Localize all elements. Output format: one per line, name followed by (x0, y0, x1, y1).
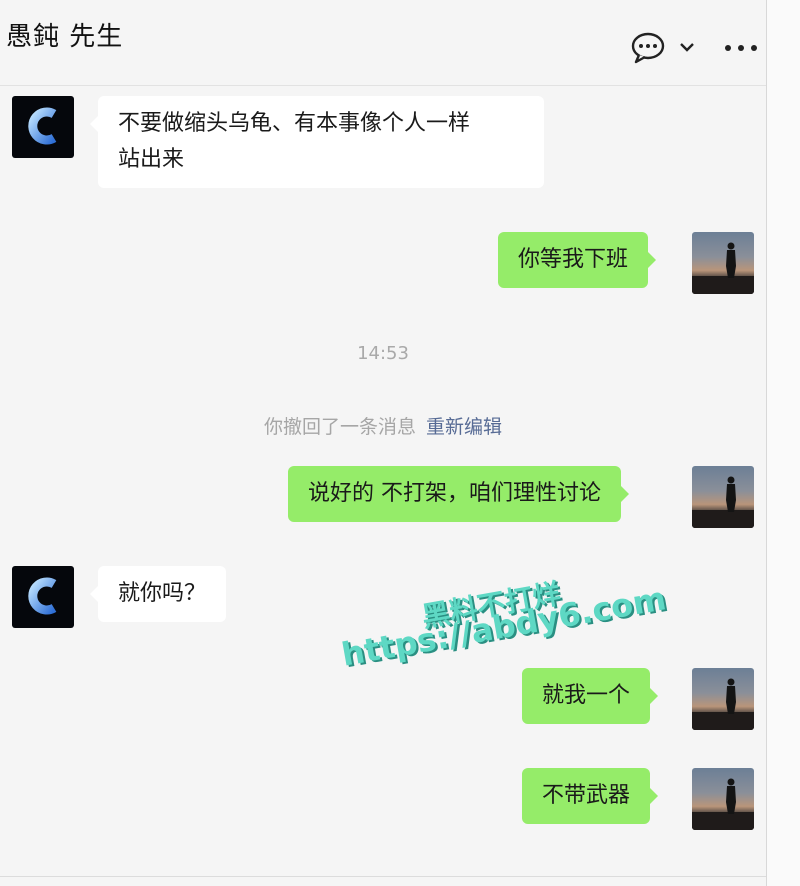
message-bubble-sent[interactable]: 你等我下班 (498, 232, 657, 288)
chat-bubble-icon[interactable] (630, 32, 666, 64)
re-edit-link[interactable]: 重新编辑 (426, 416, 502, 438)
chat-header: 愚鈍 先生 (0, 0, 766, 86)
watermark-url: https://abdy6.com (338, 579, 669, 674)
person-silhouette-icon (692, 476, 754, 528)
contact-avatar[interactable] (12, 96, 74, 158)
self-avatar[interactable] (692, 668, 754, 730)
message-text-line: 站出来 (118, 147, 185, 172)
self-avatar[interactable] (692, 232, 754, 294)
message-bubble-sent[interactable]: 说好的 不打架，咱们理性讨论 (288, 466, 629, 522)
more-icon[interactable] (724, 44, 758, 52)
message-text: 就你吗？ (118, 581, 207, 606)
window-edge (766, 0, 800, 886)
message-text: 说好的 不打架，咱们理性讨论 (308, 481, 601, 506)
input-area-divider (0, 876, 766, 886)
logo-c-icon (28, 107, 57, 145)
message-bubble-sent[interactable]: 就我一个 (522, 668, 659, 724)
watermark-text: 黑料不打烊 (419, 576, 564, 634)
recall-notice: 你撤回了一条消息 重新编辑 (0, 412, 766, 439)
self-avatar[interactable] (692, 466, 754, 528)
recall-text: 你撤回了一条消息 (263, 416, 416, 438)
person-silhouette-icon (692, 678, 754, 730)
message-text-line: 不要做缩头乌龟、有本事像个人一样 (118, 111, 471, 136)
message-text: 不带武器 (542, 783, 631, 808)
header-actions (596, 0, 766, 86)
self-avatar[interactable] (692, 768, 754, 830)
logo-c-icon (28, 577, 57, 615)
message-text: 你等我下班 (518, 247, 629, 272)
message-bubble-received[interactable]: 不要做缩头乌龟、有本事像个人一样 站出来 (90, 96, 544, 188)
message-bubble-received[interactable]: 就你吗？ (89, 566, 227, 622)
message-text: 就我一个 (542, 683, 631, 708)
contact-name[interactable]: 愚鈍 先生 (6, 16, 123, 53)
person-silhouette-icon (692, 242, 754, 294)
timestamp: 14:53 (357, 343, 409, 364)
person-silhouette-icon (692, 778, 754, 830)
chevron-down-icon[interactable] (678, 40, 696, 54)
contact-avatar[interactable] (12, 566, 74, 628)
message-bubble-sent[interactable]: 不带武器 (522, 768, 659, 824)
